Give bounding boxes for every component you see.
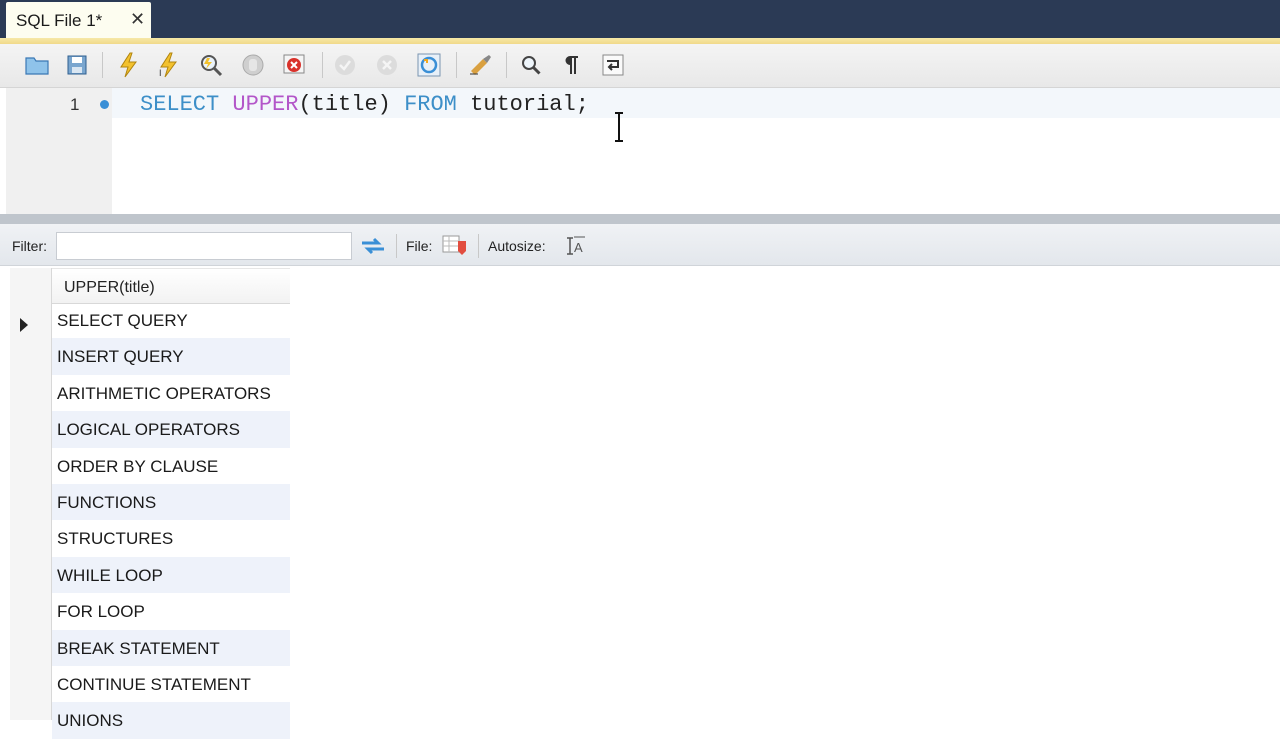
autosize-label: Autosize:	[488, 238, 546, 254]
tab-bar: SQL File 1* ✕	[0, 0, 1280, 38]
table-row[interactable]: WHILE LOOP	[52, 556, 290, 594]
cell-value: CONTINUE STATEMENT	[57, 674, 251, 694]
cell-value: SELECT QUERY	[57, 311, 188, 330]
find-icon[interactable]	[516, 50, 546, 80]
cell-value: WHILE LOOP	[57, 565, 163, 585]
result-toolbar: Filter: File: Autosize: A	[0, 224, 1280, 266]
filter-label: Filter:	[12, 238, 47, 254]
svg-text:I: I	[159, 68, 162, 78]
table-row[interactable]: FOR LOOP	[52, 593, 290, 629]
table-row[interactable]: ORDER BY CLAUSE	[52, 448, 290, 484]
table-row[interactable]: FUNCTIONS	[52, 483, 290, 521]
cell-value: ARITHMETIC OPERATORS	[57, 383, 271, 403]
close-icon[interactable]: ✕	[130, 9, 145, 29]
function-upper: UPPER	[232, 92, 299, 117]
save-icon[interactable]	[62, 50, 92, 80]
beautify-icon[interactable]	[466, 50, 496, 80]
rollback-icon[interactable]	[372, 50, 402, 80]
table-row[interactable]: BREAK STATEMENT	[52, 629, 290, 666]
editor-toolbar: I	[0, 44, 1280, 88]
cell-value: UNIONS	[57, 711, 124, 731]
table-name: tutorial;	[470, 92, 589, 117]
stop-on-error-icon[interactable]	[280, 50, 310, 80]
stop-icon[interactable]	[238, 50, 268, 80]
tab-sql-file[interactable]: SQL File 1* ✕	[6, 2, 151, 38]
explain-icon[interactable]	[196, 50, 226, 80]
cell-value: ORDER BY CLAUSE	[57, 456, 219, 476]
column-header-upper-title[interactable]: UPPER(title)	[52, 268, 290, 304]
wrap-lines-icon[interactable]	[598, 50, 628, 80]
function-args: (title)	[298, 92, 391, 117]
cell-value: INSERT QUERY	[57, 347, 184, 367]
autocommit-icon[interactable]	[414, 50, 444, 80]
row-header-column	[10, 268, 52, 720]
current-row-arrow-icon	[20, 318, 28, 332]
sql-statement[interactable]: SELECT UPPER(title) FROM tutorial;	[140, 91, 589, 119]
commit-icon[interactable]	[330, 50, 360, 80]
table-row[interactable]: SELECT QUERY	[52, 302, 290, 338]
table-row[interactable]: UNIONS	[52, 702, 290, 739]
table-row[interactable]: CONTINUE STATEMENT	[52, 666, 290, 702]
grid-rows: SELECT QUERY INSERT QUERY ARITHMETIC OPE…	[52, 302, 290, 739]
refresh-icon[interactable]	[358, 234, 388, 258]
file-label: File:	[406, 238, 433, 254]
filter-input[interactable]	[56, 232, 352, 260]
panel-splitter[interactable]	[0, 214, 1280, 224]
cell-value: STRUCTURES	[57, 529, 174, 549]
execute-current-icon[interactable]: I	[154, 50, 184, 80]
cell-value: BREAK STATEMENT	[57, 638, 220, 658]
statement-marker-icon	[100, 100, 109, 109]
tab-title: SQL File 1*	[16, 11, 103, 30]
line-gutter: 1	[6, 88, 112, 214]
sql-editor[interactable]: 1 SELECT UPPER(title) FROM tutorial;	[0, 88, 1280, 214]
column-header-label: UPPER(title)	[64, 279, 155, 296]
cell-value: FUNCTIONS	[57, 492, 157, 512]
table-row[interactable]: INSERT QUERY	[52, 338, 290, 375]
table-row[interactable]: LOGICAL OPERATORS	[52, 411, 290, 448]
result-grid[interactable]: UPPER(title) SELECT QUERY INSERT QUERY A…	[10, 268, 290, 739]
table-row[interactable]: ARITHMETIC OPERATORS	[52, 375, 290, 411]
execute-icon[interactable]	[114, 50, 144, 80]
cell-value: FOR LOOP	[57, 602, 145, 622]
open-folder-icon[interactable]	[22, 50, 52, 80]
line-number: 1	[70, 95, 80, 114]
export-icon[interactable]	[440, 233, 470, 257]
keyword-from: FROM	[404, 92, 457, 117]
cell-value: LOGICAL OPERATORS	[57, 420, 240, 440]
text-cursor-icon	[615, 112, 623, 142]
invisible-chars-icon[interactable]	[556, 50, 586, 80]
table-row[interactable]: STRUCTURES	[52, 520, 290, 556]
autosize-icon[interactable]: A	[564, 234, 588, 258]
svg-text:A: A	[574, 240, 583, 255]
keyword-select: SELECT	[140, 92, 220, 117]
